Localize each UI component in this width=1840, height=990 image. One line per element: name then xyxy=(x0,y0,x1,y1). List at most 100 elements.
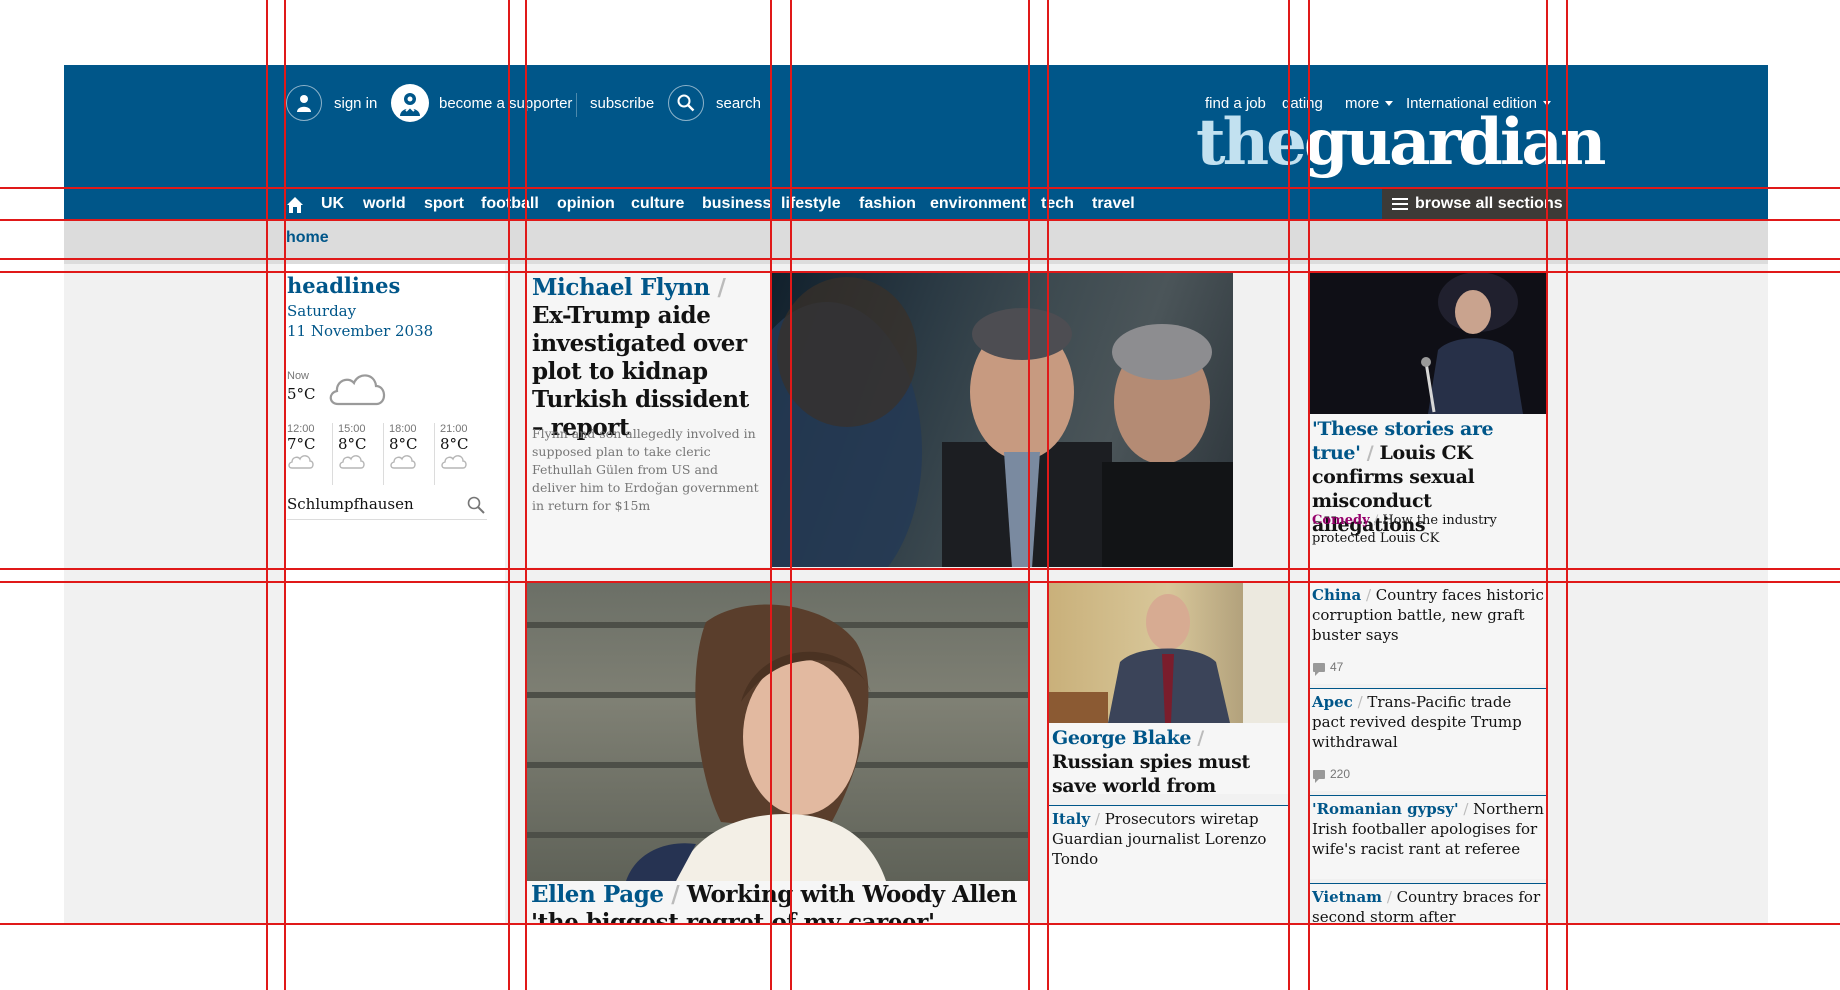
breadcrumb-home[interactable]: home xyxy=(286,229,329,247)
blake-photo xyxy=(1048,582,1288,723)
flynn-photo xyxy=(772,272,1233,567)
cloud-icon xyxy=(390,455,416,469)
cloud-icon xyxy=(339,455,365,469)
story-title: Russian spies must save world from nucle… xyxy=(1052,751,1250,794)
headlines-day: Saturday xyxy=(287,302,357,320)
story-card-louisck[interactable]: 'These stories are true' / Louis CK conf… xyxy=(1308,271,1546,568)
menu-icon xyxy=(1392,198,1408,210)
story-kicker: 'Romanian gypsy' xyxy=(1312,800,1459,818)
forecast-time: 12:00 xyxy=(287,423,315,435)
story-headline[interactable]: Ellen Page / Working with Woody Allen 't… xyxy=(531,881,1026,925)
become-supporter-label: become a supporter xyxy=(439,94,573,112)
home-icon[interactable] xyxy=(286,195,304,215)
story-headline[interactable]: Michael Flynn / Ex-Trump aide investigat… xyxy=(532,274,762,442)
forecast-slot: 21:00 8°C xyxy=(440,423,488,485)
become-supporter-link[interactable]: become a supporter xyxy=(391,84,573,122)
forecast-slot: 18:00 8°C xyxy=(389,423,437,485)
cloud-icon xyxy=(441,455,467,469)
sign-in-label: sign in xyxy=(334,94,378,112)
comment-icon xyxy=(1313,769,1325,783)
nav-item-uk[interactable]: UK xyxy=(321,189,344,219)
story-standfirst: Flynn and son allegedly involved in supp… xyxy=(532,426,759,513)
cloud-icon xyxy=(329,374,386,406)
guardian-logo[interactable]: theguardian xyxy=(1196,101,1607,185)
list-item[interactable]: 'Romanian gypsy' / Northern Irish footba… xyxy=(1308,795,1546,879)
nav-item-tech[interactable]: tech xyxy=(1041,189,1074,219)
story-card-blake[interactable]: George Blake / Russian spies must save w… xyxy=(1048,581,1288,794)
sign-in-link[interactable]: sign in xyxy=(286,85,378,121)
headlines-column: headlines Saturday 11 November 2038 Now … xyxy=(286,264,505,925)
forecast-temp: 8°C xyxy=(338,435,367,453)
comment-count[interactable]: 220 xyxy=(1313,767,1350,783)
louisck-photo-art xyxy=(1421,272,1523,414)
story-kicker: Vietnam xyxy=(1312,888,1383,906)
list-item[interactable]: China / Country faces historic corruptio… xyxy=(1308,581,1546,684)
story-kicker: Apec xyxy=(1312,693,1353,711)
weather-location: Schlumpfhausen xyxy=(287,495,414,513)
blake-photo-art xyxy=(1048,582,1288,723)
nav-item-opinion[interactable]: opinion xyxy=(557,189,615,219)
story-kicker: George Blake xyxy=(1052,727,1192,749)
search-link[interactable]: search xyxy=(668,85,762,121)
search-icon[interactable] xyxy=(467,496,485,514)
nav-item-travel[interactable]: travel xyxy=(1092,189,1135,219)
forecast-temp: 7°C xyxy=(287,435,316,453)
logo-part-guardian: guardian xyxy=(1303,105,1607,180)
subscribe-label: subscribe xyxy=(590,94,655,112)
masthead: sign in become a supporter subscribe sea… xyxy=(64,65,1768,188)
story-card-flynn[interactable]: Michael Flynn / Ex-Trump aide investigat… xyxy=(526,271,1233,567)
supporter-icon xyxy=(391,84,429,122)
comment-icon xyxy=(1313,662,1325,676)
user-icon xyxy=(286,85,322,121)
story-headline[interactable]: George Blake / Russian spies must save w… xyxy=(1052,726,1284,794)
guardian-page: sign in become a supporter subscribe sea… xyxy=(64,65,1768,925)
forecast-temp: 8°C xyxy=(389,435,418,453)
weather-now-temp: 5°C xyxy=(287,385,316,403)
story-headline[interactable]: China / Country faces historic corruptio… xyxy=(1312,585,1544,645)
search-icon xyxy=(668,85,704,121)
story-kicker: Michael Flynn xyxy=(532,274,710,301)
story-headline[interactable]: Italy / Prosecutors wiretap Guardian jou… xyxy=(1052,809,1284,869)
forecast-slot: 12:00 7°C xyxy=(287,423,335,485)
nav-item-world[interactable]: world xyxy=(363,189,406,219)
nav-item-culture[interactable]: culture xyxy=(631,189,684,219)
nav-item-environment[interactable]: environment xyxy=(930,189,1026,219)
story-card-ellen[interactable]: Ellen Page / Working with Woody Allen 't… xyxy=(526,581,1029,925)
nav-item-business[interactable]: business xyxy=(702,189,771,219)
search-label: search xyxy=(716,94,762,112)
forecast-divider xyxy=(383,423,384,485)
flynn-photo-art xyxy=(772,277,1233,567)
nav-item-fashion[interactable]: fashion xyxy=(859,189,916,219)
headlines-title: headlines xyxy=(287,273,401,298)
browse-all-sections-button[interactable]: browse all sections xyxy=(1382,189,1566,219)
story-card-italy[interactable]: Italy / Prosecutors wiretap Guardian jou… xyxy=(1048,805,1288,925)
sublink-comedy[interactable]: Comedy / How the industry protected Loui… xyxy=(1312,512,1544,548)
story-headline[interactable]: Vietnam / Country braces for second stor… xyxy=(1312,887,1544,925)
forecast-time: 15:00 xyxy=(338,423,366,435)
breadcrumb: home xyxy=(64,219,1768,264)
story-headline[interactable]: Apec / Trans-Pacific trade pact revived … xyxy=(1312,692,1544,752)
forecast-divider xyxy=(332,423,333,485)
nav-item-lifestyle[interactable]: lifestyle xyxy=(781,189,841,219)
story-headline[interactable]: 'Romanian gypsy' / Northern Irish footba… xyxy=(1312,799,1544,859)
logo-part-the: the xyxy=(1196,105,1307,180)
nav-item-sport[interactable]: sport xyxy=(424,189,464,219)
list-item[interactable]: Vietnam / Country braces for second stor… xyxy=(1308,883,1546,925)
story-kicker: China xyxy=(1312,586,1362,604)
nav-item-football[interactable]: football xyxy=(481,189,539,219)
ellen-photo-art xyxy=(526,604,1029,881)
browse-label: browse all sections xyxy=(1415,195,1563,212)
forecast-time: 18:00 xyxy=(389,423,417,435)
headlines-date: 11 November 2038 xyxy=(287,322,434,340)
story-title: Ex-Trump aide investigated over plot to … xyxy=(532,302,749,441)
forecast-time: 21:00 xyxy=(440,423,468,435)
weather-location-field[interactable]: Schlumpfhausen xyxy=(287,494,487,520)
story-kicker: Ellen Page xyxy=(531,881,664,908)
list-item[interactable]: Apec / Trans-Pacific trade pact revived … xyxy=(1308,688,1546,791)
forecast-temp: 8°C xyxy=(440,435,469,453)
forecast-slot: 15:00 8°C xyxy=(338,423,386,485)
topbar-divider xyxy=(576,93,577,117)
comment-count[interactable]: 47 xyxy=(1313,660,1343,676)
forecast-divider xyxy=(434,423,435,485)
subscribe-link[interactable]: subscribe xyxy=(590,87,654,119)
